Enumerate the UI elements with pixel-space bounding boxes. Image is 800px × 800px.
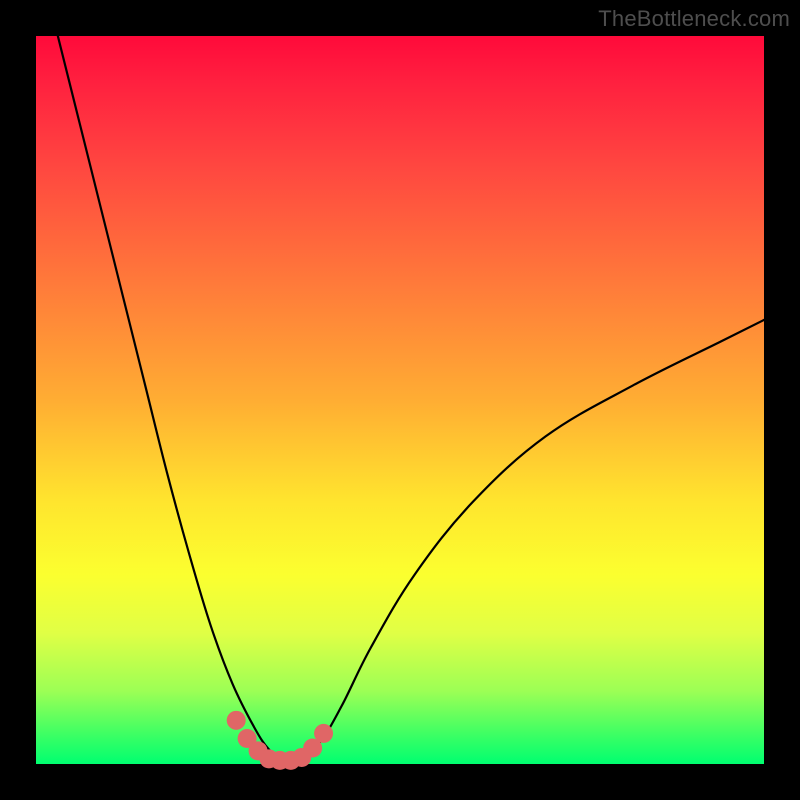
- watermark-text: TheBottleneck.com: [598, 6, 790, 32]
- chart-frame: TheBottleneck.com: [0, 0, 800, 800]
- chart-svg: [36, 36, 764, 764]
- highlight-dot: [314, 724, 333, 743]
- highlight-dot: [227, 711, 246, 730]
- plot-area: [36, 36, 764, 764]
- bottleneck-curve: [58, 36, 764, 762]
- highlight-dots: [227, 711, 333, 770]
